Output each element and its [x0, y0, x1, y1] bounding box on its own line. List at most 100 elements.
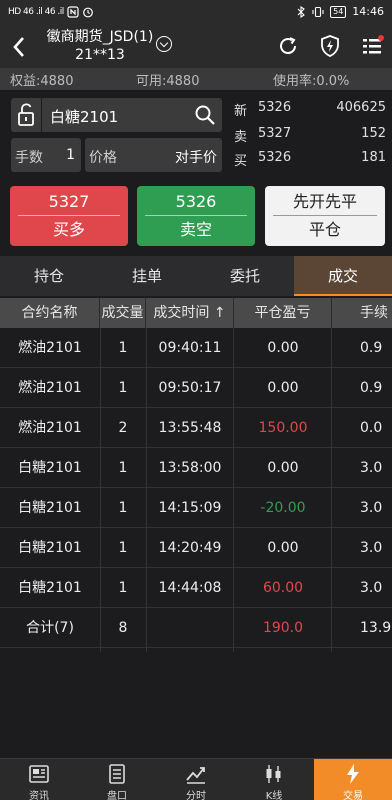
- close-label: 平仓: [308, 220, 341, 239]
- nav-label: 盘口: [107, 791, 127, 800]
- price-field[interactable]: 价格 对手价: [85, 138, 222, 172]
- table-row[interactable]: 燃油2101 2 13:55:48 150.00 0.0: [0, 408, 392, 448]
- cell-contract: 白糖2101: [18, 540, 82, 556]
- status-bar: HD 46 .il 46 .il 54 14:46: [0, 0, 392, 26]
- cell-fee: 0.9: [360, 340, 383, 356]
- table-row[interactable]: 燃油2101 1 09:50:17 0.00 0.9: [0, 368, 392, 408]
- alarm-icon: [82, 7, 93, 18]
- cell-contract: 白糖2101: [18, 500, 82, 516]
- symbol-input[interactable]: 白糖2101: [42, 98, 222, 132]
- nav-label: K线: [265, 791, 283, 800]
- trade-icon: [347, 764, 359, 784]
- shield-lightning-icon[interactable]: [318, 34, 342, 58]
- quantity-field[interactable]: 手数 1: [11, 138, 81, 172]
- nav-trade[interactable]: 交易: [314, 759, 392, 800]
- cell-time: 09:50:17: [158, 380, 222, 396]
- table-row[interactable]: 白糖2101 1 13:58:00 0.00 3.0: [0, 448, 392, 488]
- nfc-icon: [67, 6, 79, 18]
- tab-pending[interactable]: 挂单: [98, 256, 196, 296]
- sell-price: 5326: [145, 191, 247, 216]
- price-label: 价格: [89, 150, 117, 166]
- cell-close-pnl: 60.00: [262, 580, 304, 596]
- cell-close-pnl: -20.00: [260, 500, 306, 516]
- tab-positions[interactable]: 持仓: [0, 256, 98, 296]
- cell-close-pnl: 190.0: [262, 620, 304, 636]
- account-title[interactable]: 徽商期货_JSD(1) 21**13: [40, 28, 160, 64]
- battery-indicator: 54: [330, 5, 347, 18]
- col-volume[interactable]: 成交量: [100, 298, 146, 328]
- quote-volume: 152: [361, 126, 386, 141]
- cell-close-pnl: 0.00: [267, 340, 299, 356]
- table-row[interactable]: 白糖2101 1 14:15:09 -20.00 3.0: [0, 488, 392, 528]
- cell-volume: 1: [118, 380, 128, 396]
- table-row[interactable]: 白糖2101 1 14:20:49 0.00 3.0: [0, 528, 392, 568]
- quote-panel: 新 5326 406625 卖 5327 152 买 5326 181: [228, 98, 390, 174]
- refresh-icon[interactable]: [276, 34, 300, 58]
- nav-news[interactable]: 资讯: [0, 759, 78, 800]
- cell-fee: 0.0: [360, 420, 383, 436]
- search-icon[interactable]: [194, 104, 216, 126]
- menu-icon[interactable]: [360, 34, 384, 58]
- cell-fee: 3.0: [360, 540, 383, 556]
- buy-long-button[interactable]: 5327 买多: [10, 186, 128, 246]
- col-fee[interactable]: 手续: [332, 298, 392, 328]
- quote-price: 5326: [258, 100, 292, 115]
- cell-time: 13:55:48: [158, 420, 222, 436]
- back-arrow-icon[interactable]: [8, 32, 32, 62]
- buy-price: 5327: [18, 191, 120, 216]
- title-bar: 徽商期货_JSD(1) 21**13: [0, 26, 392, 68]
- col-time[interactable]: 成交时间 ↑: [146, 298, 234, 328]
- chevron-down-icon[interactable]: [156, 36, 172, 52]
- tab-trades[interactable]: 成交: [294, 256, 392, 296]
- record-tabs: 持仓 挂单 委托 成交: [0, 256, 392, 296]
- cell-volume: 8: [118, 620, 128, 636]
- tab-orders[interactable]: 委托: [196, 256, 294, 296]
- cell-fee: 13.9: [360, 620, 392, 636]
- cell-fee: 3.0: [360, 460, 383, 476]
- nav-label: 交易: [343, 791, 363, 800]
- account-number: 21**13: [75, 47, 125, 63]
- price-type-value: 对手价: [175, 150, 217, 166]
- nav-orderbook[interactable]: 盘口: [78, 759, 156, 800]
- available-text: 可用:4880: [136, 74, 200, 89]
- cell-volume: 1: [118, 460, 128, 476]
- equity-text: 权益:4880: [10, 74, 74, 89]
- cell-contract: 白糖2101: [18, 460, 82, 476]
- cell-volume: 2: [118, 420, 128, 436]
- cell-time: 13:58:00: [158, 460, 222, 476]
- cell-fee: 3.0: [360, 500, 383, 516]
- cell-close-pnl: 0.00: [267, 380, 299, 396]
- nav-label: 分时: [186, 791, 206, 800]
- unlock-icon: [18, 103, 34, 126]
- cell-time: 14:44:08: [158, 580, 222, 596]
- cell-close-pnl: 150.00: [258, 420, 308, 436]
- cell-volume: 1: [118, 540, 128, 556]
- account-summary-bar: 权益:4880 可用:4880 使用率:0.0%: [0, 68, 392, 90]
- status-time: 14:46: [352, 5, 384, 18]
- close-position-button[interactable]: 先开先平 平仓: [265, 186, 385, 246]
- col-contract[interactable]: 合约名称: [0, 298, 100, 328]
- quote-price: 5326: [258, 150, 292, 165]
- lock-toggle[interactable]: [11, 98, 41, 132]
- cell-fee: 3.0: [360, 580, 383, 596]
- quantity-label: 手数: [15, 150, 43, 166]
- sell-short-button[interactable]: 5326 卖空: [137, 186, 255, 246]
- symbol-value: 白糖2101: [50, 108, 119, 126]
- cell-fee: 0.9: [360, 380, 383, 396]
- col-close-pnl[interactable]: 平仓盈亏: [234, 298, 332, 328]
- table-total-row[interactable]: 合计(7) 8 190.0 13.9: [0, 608, 392, 648]
- cell-time: 14:20:49: [158, 540, 222, 556]
- quantity-value: 1: [66, 147, 75, 163]
- cell-volume: 1: [118, 340, 128, 356]
- cell-contract: 燃油2101: [18, 420, 82, 436]
- cell-contract: 白糖2101: [18, 580, 82, 596]
- nav-timeshare[interactable]: 分时: [157, 759, 235, 800]
- quote-label: 卖: [234, 130, 248, 145]
- bottom-navigation: 资讯 盘口 分时 K线 交易: [0, 758, 392, 800]
- nav-kline[interactable]: K线: [235, 759, 313, 800]
- kline-icon: [266, 765, 281, 783]
- cell-close-pnl: 0.00: [267, 540, 299, 556]
- quote-bid-row: 买 5326 181: [228, 148, 390, 170]
- table-row[interactable]: 燃油2101 1 09:40:11 0.00 0.9: [0, 328, 392, 368]
- table-row[interactable]: 白糖2101 1 14:44:08 60.00 3.0: [0, 568, 392, 608]
